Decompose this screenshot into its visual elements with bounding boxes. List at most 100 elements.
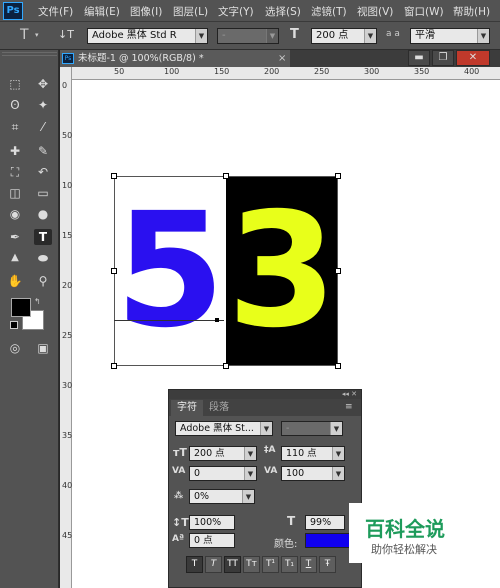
font-style-select[interactable]: - ▼: [217, 28, 279, 44]
font-size-select[interactable]: 200 点 ▼: [311, 28, 377, 44]
chevron-down-icon: ▼: [330, 422, 342, 435]
chevron-down-icon: ▼: [332, 467, 344, 480]
move-tool-icon[interactable]: ✥: [34, 76, 52, 92]
panel-font-size-field[interactable]: 200 点 ▼: [189, 446, 257, 461]
healing-brush-tool-icon[interactable]: ✚: [6, 143, 24, 159]
ruler-tick-label: 350: [414, 67, 430, 76]
pen-tool-icon[interactable]: ✒: [6, 229, 24, 245]
menu-select[interactable]: 选择(S): [265, 4, 301, 19]
menu-filter[interactable]: 滤镜(T): [311, 4, 347, 19]
panel-tracking-field[interactable]: 100 ▼: [281, 466, 345, 481]
swap-colors-icon[interactable]: ↰: [34, 297, 41, 306]
horizontal-scale-icon: T: [287, 514, 296, 528]
type-tool-icon[interactable]: T: [34, 229, 52, 245]
transform-handle[interactable]: [111, 173, 117, 179]
type-tool-preset-icon[interactable]: T: [20, 27, 29, 43]
all-caps-button[interactable]: TT: [224, 556, 241, 573]
transform-handle[interactable]: [335, 268, 341, 274]
menu-edit[interactable]: 编辑(E): [84, 4, 120, 19]
clone-stamp-tool-icon[interactable]: ⛶: [6, 164, 24, 180]
font-family-select[interactable]: Adobe 黑体 Std R ▼: [87, 28, 208, 44]
crop-tool-icon[interactable]: ⌗: [6, 119, 24, 135]
tab-paragraph[interactable]: 段落: [203, 400, 235, 416]
brush-tool-icon[interactable]: ✎: [34, 143, 52, 159]
transform-handle[interactable]: [111, 363, 117, 369]
panel-menu-icon[interactable]: ≡: [345, 402, 353, 412]
faux-italic-button[interactable]: T: [205, 556, 222, 573]
dodge-tool-icon[interactable]: ●: [34, 206, 52, 222]
panel-tsume-field[interactable]: 0% ▼: [189, 489, 255, 504]
horizontal-ruler[interactable]: 50 100 150 200 250 300 350 400: [72, 67, 500, 80]
leading-icon: ‡A: [264, 445, 276, 455]
panel-vertical-scale-field[interactable]: 100%: [189, 515, 235, 530]
antialias-select[interactable]: 平滑 ▼: [410, 28, 490, 44]
close-tab-icon[interactable]: ×: [278, 50, 286, 67]
transform-handle[interactable]: [223, 363, 229, 369]
chevron-down-icon: ▼: [364, 29, 376, 43]
menu-layer[interactable]: 图层(L): [173, 4, 208, 19]
zoom-tool-icon[interactable]: ⚲: [34, 273, 52, 289]
menu-window[interactable]: 窗口(W): [404, 4, 444, 19]
transform-handle[interactable]: [335, 363, 341, 369]
preset-dropdown-icon[interactable]: ▾: [35, 31, 39, 39]
ellipse-tool-icon[interactable]: ⬬: [34, 250, 52, 266]
toggle-orientation-icon[interactable]: ↓T: [58, 28, 74, 41]
gradient-tool-icon[interactable]: ▭: [34, 185, 52, 201]
strikethrough-button[interactable]: Ŧ: [319, 556, 336, 573]
vertical-ruler[interactable]: 0 50 100 150 200 250 300 350 400 450: [60, 67, 77, 588]
chevron-down-icon: ▼: [260, 422, 272, 435]
panel-leading-field[interactable]: 110 点 ▼: [281, 446, 345, 461]
default-colors-icon[interactable]: [10, 321, 18, 329]
faux-bold-button[interactable]: T: [186, 556, 203, 573]
superscript-button[interactable]: T¹: [262, 556, 279, 573]
foreground-color-swatch[interactable]: [11, 298, 31, 317]
ruler-tick-label: 300: [364, 67, 380, 76]
eyedropper-tool-icon[interactable]: ⁄: [34, 119, 52, 135]
ruler-tick-label: 0: [62, 81, 68, 90]
watermark-title: 百科全说: [365, 517, 445, 541]
tools-panel: ⬚ ✥ ʘ ✦ ⌗ ⁄ ✚ ✎ ⛶ ↶ ◫ ▭ ◉ ● ✒ T ▲ ⬬ ✋ ⚲ …: [0, 50, 59, 588]
ruler-tick-label: 100: [164, 67, 180, 76]
close-window-button[interactable]: ✕: [456, 50, 490, 66]
toolbar-grip[interactable]: [2, 52, 57, 56]
kerning-icon: VA: [172, 466, 186, 476]
hand-tool-icon[interactable]: ✋: [6, 273, 24, 289]
tab-character[interactable]: 字符: [171, 400, 203, 416]
small-caps-button[interactable]: Tт: [243, 556, 260, 573]
path-selection-tool-icon[interactable]: ▲: [6, 250, 24, 266]
panel-kerning-field[interactable]: 0 ▼: [189, 466, 257, 481]
transform-handle[interactable]: [223, 173, 229, 179]
transform-handle[interactable]: [111, 268, 117, 274]
antialias-icon: a a: [386, 29, 400, 39]
screen-mode-icon[interactable]: ▣: [34, 340, 52, 356]
subscript-button[interactable]: T₁: [281, 556, 298, 573]
panel-titlebar[interactable]: ◂◂ ✕: [169, 390, 361, 399]
ruler-tick-label: 50: [62, 131, 73, 140]
lasso-tool-icon[interactable]: ʘ: [6, 97, 24, 113]
chevron-down-icon: ▼: [244, 467, 256, 480]
transform-handle[interactable]: [335, 173, 341, 179]
font-size-icon: ᴛT: [173, 446, 187, 459]
minimize-button[interactable]: ▬: [408, 50, 430, 66]
quick-mask-icon[interactable]: ◎: [6, 340, 24, 356]
restore-button[interactable]: ❐: [432, 50, 454, 66]
text-bounding-box: [114, 176, 338, 366]
magic-wand-tool-icon[interactable]: ✦: [34, 97, 52, 113]
history-brush-tool-icon[interactable]: ↶: [34, 164, 52, 180]
text-color-swatch[interactable]: [305, 533, 350, 548]
menu-view[interactable]: 视图(V): [357, 4, 393, 19]
panel-font-family-select[interactable]: Adobe 黑体 St... ▼: [175, 421, 273, 436]
menu-help[interactable]: 帮助(H): [453, 4, 490, 19]
marquee-tool-icon[interactable]: ⬚: [6, 76, 24, 92]
chevron-down-icon: ▼: [195, 29, 207, 43]
eraser-tool-icon[interactable]: ◫: [6, 185, 24, 201]
menu-image[interactable]: 图像(I): [130, 4, 162, 19]
menu-file[interactable]: 文件(F): [38, 4, 73, 19]
underline-button[interactable]: T: [300, 556, 317, 573]
document-tab[interactable]: Ps 未标题-1 @ 100%(RGB/8) * ×: [60, 50, 290, 67]
panel-font-style-select[interactable]: - ▼: [281, 421, 343, 436]
blur-tool-icon[interactable]: ◉: [6, 206, 24, 222]
panel-horizontal-scale-field[interactable]: 99%: [305, 515, 345, 530]
panel-baseline-shift-field[interactable]: 0 点: [189, 533, 235, 548]
menu-type[interactable]: 文字(Y): [218, 4, 254, 19]
